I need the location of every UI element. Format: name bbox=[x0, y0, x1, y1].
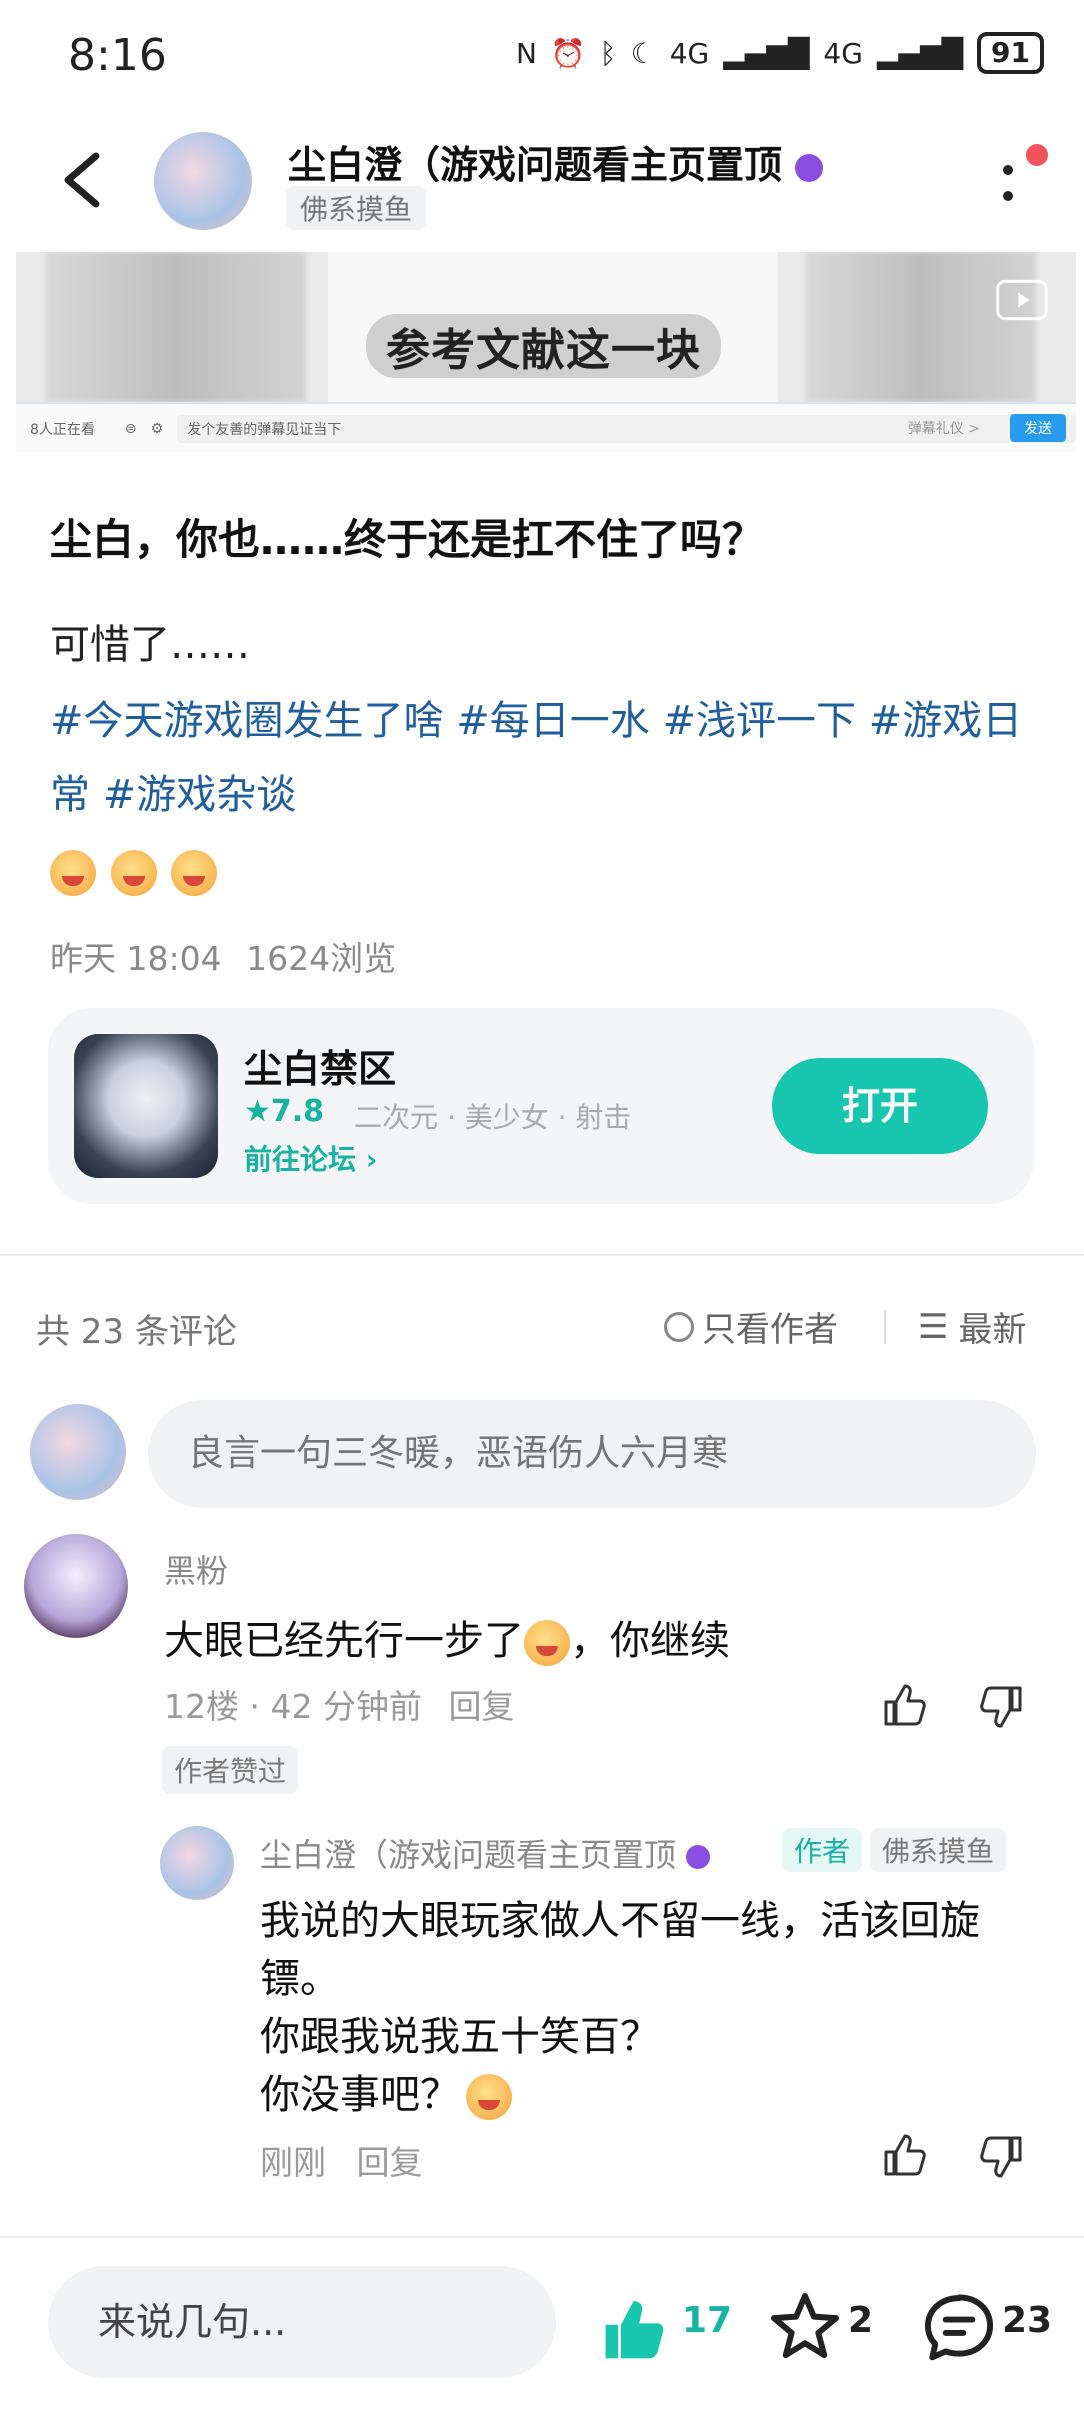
reply-user-name: 尘白澄（游戏问题看主页置顶 bbox=[260, 1836, 677, 1874]
only-author-toggle[interactable]: 只看作者 bbox=[664, 1302, 838, 1351]
post-body: 可惜了…… bbox=[50, 622, 250, 668]
reply-button[interactable]: 回复 bbox=[357, 2143, 423, 2182]
reply-avatar[interactable] bbox=[160, 1826, 234, 1900]
reply-meta: 刚刚 回复 bbox=[260, 2136, 423, 2184]
commenter-avatar[interactable] bbox=[24, 1534, 128, 1638]
danmaku-send-button[interactable]: 发送 bbox=[1010, 414, 1066, 442]
more-icon[interactable] bbox=[998, 162, 1018, 206]
video-player[interactable]: 参考文献这一块 8人正在看 ⊜ ⚙ 发个友善的弹幕见证当下 弹幕礼仪 > 发送 bbox=[16, 252, 1076, 452]
post-views: 1624浏览 bbox=[246, 939, 397, 978]
comment-total-count: 23 bbox=[1002, 2300, 1053, 2341]
viewer-count: 8人正在看 bbox=[30, 422, 95, 438]
back-arrow-icon[interactable] bbox=[58, 150, 108, 210]
comment-text: 大眼已经先行一步了 ，你继续 bbox=[164, 1608, 730, 1666]
reply-time: 刚刚 bbox=[260, 2143, 326, 2182]
grin-emoji-icon bbox=[50, 849, 96, 896]
battery-indicator: 91 bbox=[977, 32, 1044, 74]
author-tag: 佛系摸鱼 bbox=[286, 186, 427, 230]
game-genre: 二次元 · 美少女 · 射击 bbox=[354, 1101, 632, 1134]
notification-dot bbox=[1026, 144, 1048, 166]
sort-toggle[interactable]: ☰ 最新 bbox=[918, 1302, 1026, 1351]
author-liked-badge: 作者赞过 bbox=[162, 1746, 299, 1794]
badge-potion-icon bbox=[686, 1845, 711, 1869]
reply-line-text: 你没事吧？ bbox=[260, 2072, 460, 2118]
reply-user-tag: 佛系摸鱼 bbox=[870, 1828, 1007, 1872]
reply-button[interactable]: 回复 bbox=[448, 1687, 514, 1726]
star-icon[interactable] bbox=[768, 2290, 842, 2364]
danmaku-toggle-icon[interactable]: ⊜ bbox=[125, 421, 137, 437]
only-author-label: 只看作者 bbox=[702, 1310, 838, 1350]
thumbs-down-icon[interactable] bbox=[976, 1682, 1026, 1732]
danmaku-settings-icon[interactable]: ⚙ bbox=[151, 421, 164, 437]
comment-text-part: ，你继续 bbox=[570, 1618, 730, 1664]
game-name: 尘白禁区 bbox=[244, 1047, 397, 1091]
sunglasses-emoji-icon bbox=[466, 2074, 512, 2120]
reply-user[interactable]: 尘白澄（游戏问题看主页置顶 bbox=[260, 1830, 711, 1876]
danmaku-etiquette-link[interactable]: 弹幕礼仪 > bbox=[908, 418, 980, 438]
game-rating: ★7.8 bbox=[244, 1094, 325, 1129]
reply-line: 你没事吧？ bbox=[260, 2066, 1040, 2124]
bottom-comment-input[interactable]: 来说几句... bbox=[48, 2266, 556, 2378]
reply-line: 你跟我说我五十笑百？ bbox=[260, 2014, 660, 2060]
thumbs-up-filled-icon[interactable] bbox=[600, 2294, 670, 2364]
signal-label-1: 4G bbox=[669, 36, 710, 70]
comment-text-part: 大眼已经先行一步了 bbox=[164, 1618, 524, 1664]
comment-floor-time: 12楼 · 42 分钟前 bbox=[164, 1687, 422, 1726]
author-avatar[interactable] bbox=[154, 132, 252, 230]
open-game-button[interactable]: 打开 bbox=[772, 1058, 988, 1154]
badge-potion-icon bbox=[795, 153, 824, 182]
post-hashtags[interactable]: #今天游戏圈发生了啥 #每日一水 #浅评一下 #游戏日常 #游戏杂谈 bbox=[50, 684, 1040, 832]
comment-input[interactable] bbox=[148, 1400, 1036, 1508]
divider bbox=[884, 1310, 886, 1344]
game-icon[interactable] bbox=[74, 1034, 218, 1178]
post-title: 尘白，你也……终于还是扛不住了吗？ bbox=[50, 515, 765, 564]
hug-emoji-icon bbox=[524, 1620, 570, 1666]
danmaku-bar: 8人正在看 ⊜ ⚙ 发个友善的弹幕见证当下 弹幕礼仪 > 发送 bbox=[16, 402, 1076, 452]
reply-text: 我说的大眼玩家做人不留一线，活该回旋镖。 你跟我说我五十笑百？ 你没事吧？ bbox=[260, 1892, 1040, 2124]
status-icons: N ⏰ ᛒ ☾ 4G ▂▄▆█ 4G ▂▄▆█ 91 bbox=[516, 32, 1044, 74]
favorite-count: 2 bbox=[848, 2300, 874, 2341]
divider bbox=[0, 1254, 1084, 1256]
video-caption: 参考文献这一块 bbox=[366, 314, 721, 378]
post-time: 昨天 18:04 bbox=[50, 939, 222, 978]
comment-count: 共 23 条评论 bbox=[36, 1312, 237, 1352]
like-count: 17 bbox=[682, 2300, 733, 2341]
post-meta: 昨天 18:04 1624浏览 bbox=[50, 932, 396, 980]
author-name[interactable]: 尘白澄（游戏问题看主页置顶 bbox=[288, 134, 824, 189]
author-name-text: 尘白澄（游戏问题看主页置顶 bbox=[288, 143, 783, 187]
grin-emoji-icon bbox=[110, 849, 157, 896]
forum-link[interactable]: 前往论坛 › bbox=[244, 1138, 377, 1178]
status-time: 8:16 bbox=[68, 30, 167, 81]
author-badge: 作者 bbox=[782, 1828, 863, 1872]
radio-icon bbox=[664, 1311, 694, 1342]
my-avatar bbox=[30, 1404, 126, 1500]
signal-icon-2: ▂▄▆█ bbox=[876, 36, 964, 70]
sort-label: 最新 bbox=[958, 1310, 1027, 1350]
grin-emoji-icon bbox=[171, 849, 218, 896]
sort-icon: ☰ bbox=[918, 1306, 949, 1347]
moon-icon: ☾ bbox=[630, 36, 656, 70]
post-emojis bbox=[50, 842, 218, 896]
thumbs-up-icon[interactable] bbox=[880, 2130, 930, 2180]
signal-label-2: 4G bbox=[823, 36, 863, 70]
signal-icon: ▂▄▆█ bbox=[723, 36, 810, 70]
nfc-icon: N bbox=[515, 36, 537, 70]
thumbs-up-icon[interactable] bbox=[880, 1680, 930, 1730]
commenter-name[interactable]: 黑粉 bbox=[164, 1546, 228, 1592]
video-play-icon[interactable] bbox=[994, 272, 1050, 328]
alarm-icon: ⏰ bbox=[550, 36, 586, 70]
bluetooth-icon: ᛒ bbox=[599, 36, 617, 70]
thumbs-down-icon[interactable] bbox=[976, 2132, 1026, 2182]
comment-meta: 12楼 · 42 分钟前 回复 bbox=[164, 1680, 514, 1728]
comment-bubble-icon[interactable] bbox=[922, 2290, 996, 2364]
reply-line: 我说的大眼玩家做人不留一线，活该回旋镖。 bbox=[260, 1898, 980, 2002]
